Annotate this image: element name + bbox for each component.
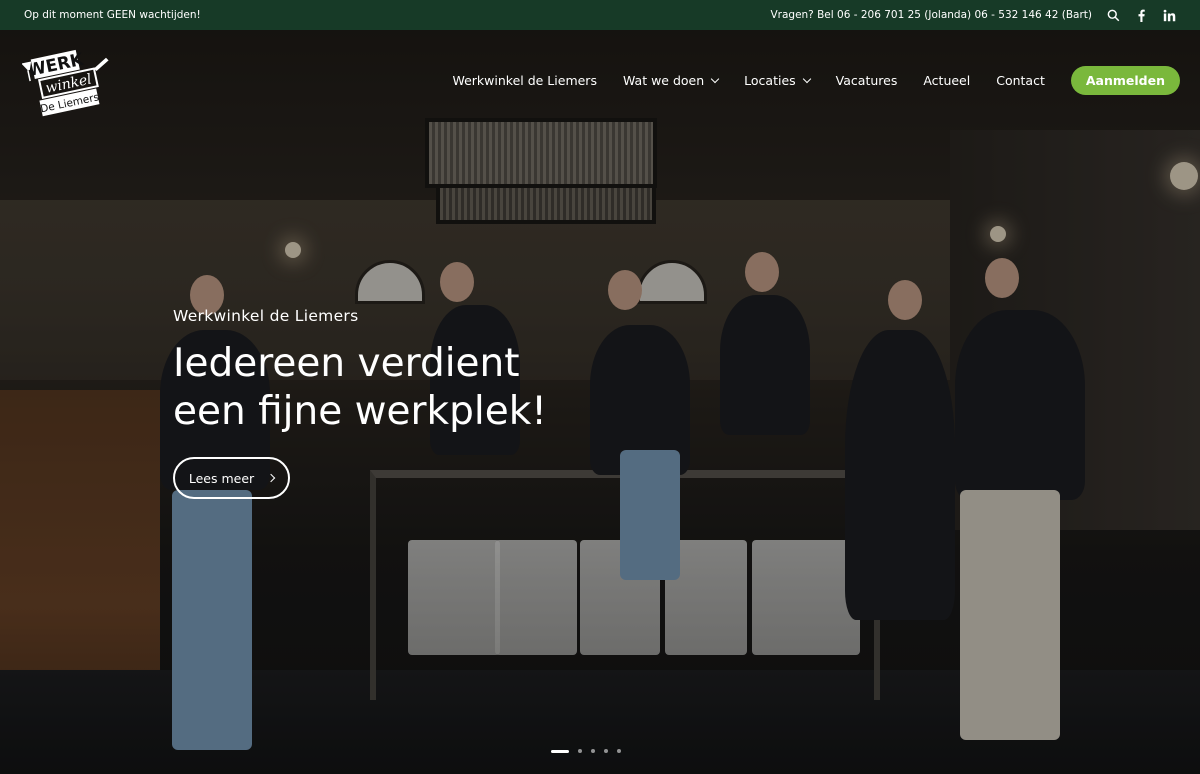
slider-dot[interactable]	[551, 749, 569, 753]
topbar-right: Vragen? Bel 06 - 206 701 25 (Jolanda) 06…	[770, 8, 1176, 22]
hero-headline-line-2: een fijne werkplek!	[173, 389, 547, 434]
werkwinkel-logo[interactable]: WERK winkel De Liemers	[21, 40, 116, 122]
slider-pagination	[551, 749, 621, 753]
search-icon[interactable]	[1106, 8, 1120, 22]
hero-headline-line-1: Iedereen verdient	[173, 341, 520, 386]
chevron-right-icon	[266, 473, 276, 483]
slider-dot[interactable]	[604, 749, 608, 753]
linkedin-icon[interactable]	[1162, 8, 1176, 22]
nav-item-contact[interactable]: Contact	[996, 73, 1045, 88]
read-more-label: Lees meer	[188, 470, 255, 486]
nav-item-actueel[interactable]: Actueel	[923, 73, 970, 88]
nav-item-werkwinkel[interactable]: Werkwinkel de Liemers	[452, 73, 597, 88]
signup-button[interactable]: Aanmelden	[1070, 66, 1180, 95]
nav-item-vacatures[interactable]: Vacatures	[836, 73, 898, 88]
chevron-down-icon	[802, 74, 811, 83]
slider-dot[interactable]	[578, 749, 582, 753]
slider-dot[interactable]	[617, 749, 621, 753]
topbar-notice: Op dit moment GEEN wachtijden!	[24, 9, 201, 21]
facebook-icon[interactable]	[1134, 8, 1148, 22]
main-nav: Werkwinkel de Liemers Wat we doen Locati…	[452, 66, 1180, 95]
chevron-down-icon	[710, 74, 720, 83]
hero-eyebrow: Werkwinkel de Liemers	[173, 307, 359, 325]
top-bar: Op dit moment GEEN wachtijden! Vragen? B…	[0, 0, 1200, 30]
hero-headline: Iedereen verdient een fijne werkplek!	[173, 340, 547, 436]
nav-item-locaties[interactable]: Locaties	[744, 73, 811, 88]
read-more-button[interactable]: Lees meer	[173, 457, 290, 499]
slider-dot[interactable]	[591, 749, 595, 753]
topbar-contact: Vragen? Bel 06 - 206 701 25 (Jolanda) 06…	[770, 9, 1092, 21]
nav-item-wat-we-doen[interactable]: Wat we doen	[623, 73, 720, 88]
